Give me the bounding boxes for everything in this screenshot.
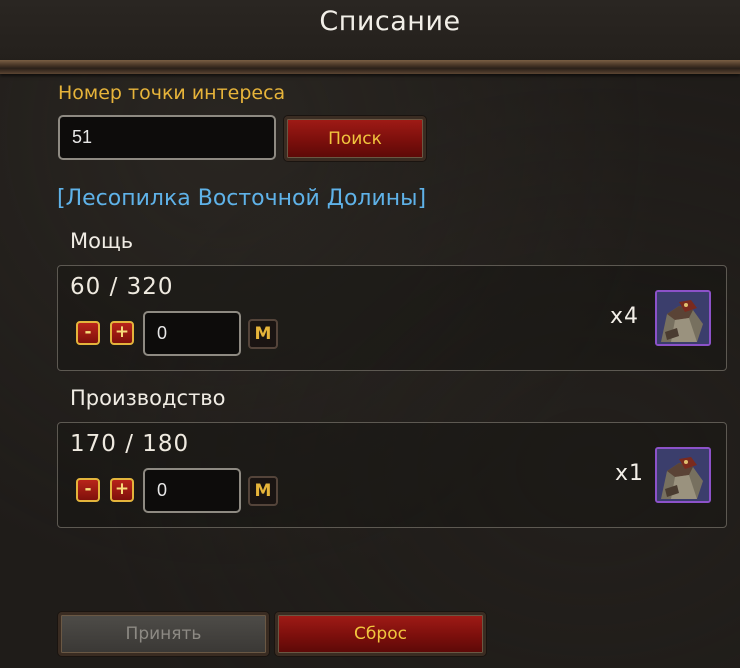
- poi-number-input[interactable]: 51: [58, 115, 276, 160]
- decrease-button[interactable]: -: [76, 321, 100, 345]
- max-button[interactable]: M: [248, 476, 278, 506]
- armored-gauntlet-icon[interactable]: [655, 290, 711, 346]
- multiplier-label: x4: [610, 304, 640, 329]
- increase-button[interactable]: +: [110, 321, 134, 345]
- multiplier-label: x1: [615, 461, 645, 486]
- resource-panel-production: 170 / 180 - + 0 M x1: [57, 422, 727, 528]
- resource-label-production: Производство: [70, 386, 226, 410]
- resource-label-might: Мощь: [70, 229, 134, 253]
- poi-number-label: Номер точки интереса: [58, 82, 286, 104]
- location-link[interactable]: [Лесопилка Восточной Долины]: [57, 186, 426, 211]
- armored-gauntlet-icon[interactable]: [655, 447, 711, 503]
- max-button[interactable]: M: [248, 319, 278, 349]
- accept-button[interactable]: Принять: [58, 612, 269, 656]
- resource-value: 170 / 180: [70, 431, 190, 457]
- resource-panel-might: 60 / 320 - + 0 M x4: [57, 265, 727, 371]
- header-divider: [0, 60, 740, 74]
- amount-input[interactable]: 0: [143, 311, 241, 356]
- window-header: Списание: [0, 0, 740, 62]
- increase-button[interactable]: +: [110, 478, 134, 502]
- search-button[interactable]: Поиск: [284, 116, 426, 161]
- reset-button[interactable]: Сброс: [275, 612, 486, 656]
- amount-input[interactable]: 0: [143, 468, 241, 513]
- decrease-button[interactable]: -: [76, 478, 100, 502]
- window-title: Списание: [319, 6, 461, 37]
- resource-value: 60 / 320: [70, 274, 174, 300]
